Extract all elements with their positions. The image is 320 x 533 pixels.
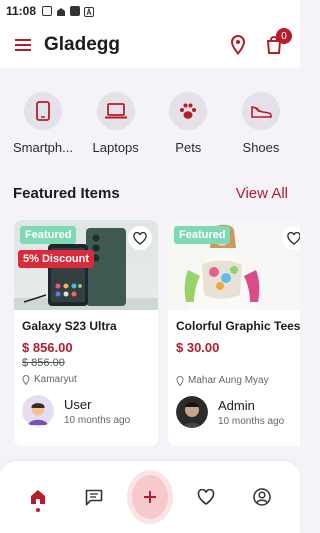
favorite-button[interactable] bbox=[128, 226, 152, 250]
nav-profile[interactable] bbox=[244, 479, 280, 515]
status-bar: 11:08 bbox=[0, 0, 300, 22]
cart-count-badge: 0 bbox=[276, 28, 292, 44]
smartphone-icon bbox=[36, 101, 50, 121]
location-pin-icon bbox=[176, 375, 184, 386]
seller-name: User bbox=[64, 396, 92, 412]
featured-items-list: Featured 5% Discount Galaxy S23 Ultra $ … bbox=[0, 220, 300, 446]
favorite-button[interactable] bbox=[282, 226, 300, 250]
product-old-price: $ 856.00 bbox=[22, 357, 65, 369]
seller-name: Admin bbox=[218, 397, 255, 413]
hamburger-menu-icon bbox=[15, 39, 31, 51]
product-price: $ 30.00 bbox=[176, 340, 220, 355]
bottom-navigation bbox=[0, 461, 300, 533]
menu-button[interactable] bbox=[12, 34, 34, 56]
status-time: 11:08 bbox=[6, 4, 37, 18]
category-laptops[interactable]: Laptops bbox=[81, 92, 151, 155]
building-notification-icon bbox=[56, 6, 66, 16]
product-location: Kamaryut bbox=[22, 374, 150, 385]
category-pets[interactable]: Pets bbox=[153, 92, 223, 155]
nav-chat[interactable] bbox=[76, 479, 112, 515]
cart-button[interactable]: 0 bbox=[260, 28, 292, 59]
heart-icon bbox=[133, 231, 147, 245]
heart-icon bbox=[287, 231, 300, 245]
nav-favorites[interactable] bbox=[188, 479, 224, 515]
seller-time: 10 months ago bbox=[64, 414, 131, 426]
seller-time: 10 months ago bbox=[218, 415, 285, 427]
image-notification-icon bbox=[42, 6, 53, 16]
category-label: Shoes bbox=[242, 140, 280, 155]
product-price: $ 856.00 bbox=[22, 340, 73, 355]
app-notification-icon bbox=[70, 6, 81, 16]
product-card[interactable]: Featured Colorful Graphic Tees... $ 30.0… bbox=[168, 220, 300, 446]
nav-add[interactable] bbox=[132, 475, 168, 519]
font-notification-icon bbox=[84, 6, 95, 17]
section-title: Featured Items bbox=[13, 185, 120, 202]
heart-icon bbox=[197, 489, 215, 505]
featured-tag: Featured bbox=[20, 226, 77, 244]
product-location: Mahar Aung Myay bbox=[176, 375, 300, 386]
shoe-icon bbox=[251, 105, 272, 118]
featured-tag: Featured bbox=[174, 226, 231, 244]
category-smartphones[interactable]: Smartph... bbox=[8, 92, 78, 155]
location-pin-icon bbox=[230, 35, 246, 55]
category-label: Smartph... bbox=[13, 140, 73, 155]
location-pin-icon bbox=[22, 374, 30, 385]
product-card[interactable]: Featured 5% Discount Galaxy S23 Ultra $ … bbox=[14, 220, 158, 446]
product-image: Featured 5% Discount bbox=[14, 220, 158, 310]
category-shoes[interactable]: Shoes bbox=[226, 92, 296, 155]
product-image: Featured bbox=[168, 220, 300, 310]
product-name: Galaxy S23 Ultra bbox=[22, 319, 117, 333]
seller-info: User 10 months ago bbox=[22, 395, 150, 427]
location-button[interactable] bbox=[224, 31, 252, 59]
app-bar: Gladegg 0 bbox=[0, 22, 300, 68]
discount-tag: 5% Discount bbox=[18, 250, 95, 268]
category-label: Laptops bbox=[92, 140, 139, 155]
home-icon bbox=[31, 490, 45, 504]
active-indicator bbox=[36, 508, 40, 512]
category-list: Smartph... Laptops Pets Shoes bbox=[0, 68, 300, 155]
avatar bbox=[22, 395, 54, 427]
featured-section-header: Featured Items View All bbox=[0, 185, 300, 202]
chat-icon bbox=[85, 489, 103, 505]
avatar bbox=[176, 396, 208, 428]
location-text: Kamaryut bbox=[34, 374, 77, 385]
plus-icon bbox=[144, 491, 156, 503]
seller-info: Admin 10 months ago bbox=[176, 396, 300, 428]
laptop-icon bbox=[104, 103, 127, 119]
app-title: Gladegg bbox=[44, 34, 121, 55]
profile-icon bbox=[253, 488, 271, 506]
category-label: Pets bbox=[175, 140, 202, 155]
location-text: Mahar Aung Myay bbox=[188, 375, 269, 386]
product-name: Colorful Graphic Tees... bbox=[176, 319, 300, 333]
view-all-link[interactable]: View All bbox=[236, 185, 288, 202]
paw-icon bbox=[180, 103, 197, 119]
nav-home[interactable] bbox=[20, 479, 56, 515]
add-button[interactable] bbox=[132, 475, 168, 519]
